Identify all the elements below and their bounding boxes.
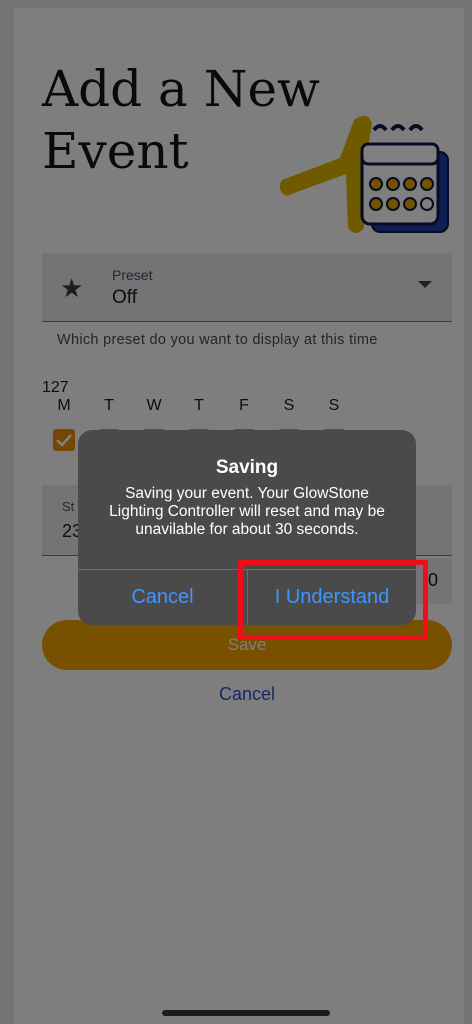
home-indicator[interactable]	[162, 1010, 330, 1016]
dialog-cancel-button[interactable]: Cancel	[78, 570, 247, 625]
dialog-message: Saving your event. Your GlowStone Lighti…	[109, 485, 385, 538]
highlight-box	[238, 560, 428, 640]
dialog-title: Saving	[215, 457, 279, 478]
device-screen: Add a New Event ★ Preset Off Which prese…	[0, 0, 472, 1024]
